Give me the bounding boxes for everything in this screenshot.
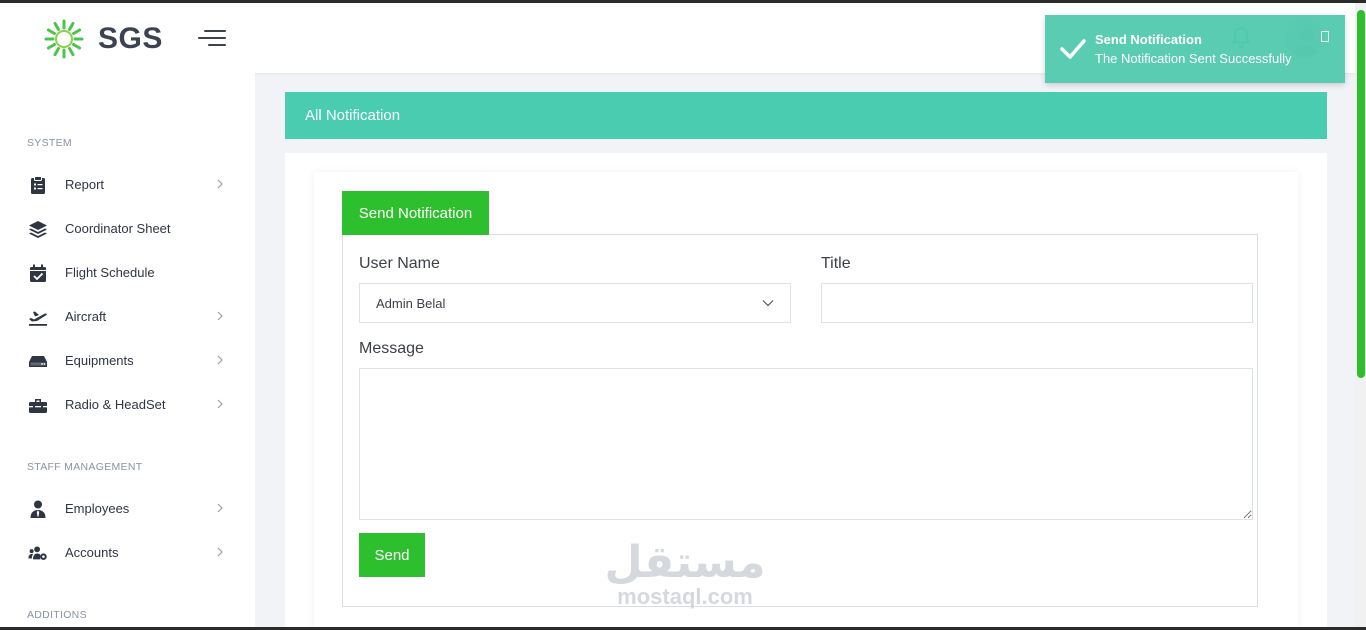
logo-text: SGS (98, 22, 163, 55)
sidebar-item-label: Flight Schedule (65, 265, 155, 280)
page-title: All Notification (305, 107, 401, 124)
sidebar-item-label: Report (65, 177, 105, 192)
sidebar-section-additions: ADDITIONS (27, 609, 87, 621)
page-header: All Notification (285, 92, 1327, 139)
sidebar-item-label: Accounts (65, 545, 119, 560)
user-name-select[interactable]: Admin Belal (359, 283, 791, 323)
sgs-logo[interactable]: SGS (36, 19, 163, 59)
menu-line-icon (198, 37, 226, 39)
mostaql-watermark: مستقل mostaql.com (600, 540, 770, 608)
notification-panel: Send Notification User Name Admin Belal … (314, 172, 1298, 630)
title-input[interactable] (821, 283, 1253, 323)
sidebar-item-aircraft[interactable]: Aircraft (0, 295, 255, 339)
sidebar-item-label: Aircraft (65, 309, 107, 324)
plane-icon (29, 311, 47, 326)
sidebar-item-label: Coordinator Sheet (65, 221, 171, 236)
chevron-right-icon (217, 399, 223, 409)
chevron-down-icon (762, 300, 774, 307)
watermark-latin: mostaql.com (617, 584, 753, 609)
sidebar-item-accounts[interactable]: Accounts (0, 531, 255, 575)
sidebar: SYSTEM Report Coordinator Sheet Flight S… (0, 73, 255, 630)
toast-title: Send Notification (1095, 32, 1202, 47)
sidebar-item-label: Equipments (65, 353, 134, 368)
user-name-selected-value: Admin Belal (376, 296, 446, 311)
content-card: Send Notification User Name Admin Belal … (285, 153, 1327, 630)
sunburst-logo-icon (44, 19, 84, 59)
users-cog-icon (28, 546, 47, 560)
sidebar-item-report[interactable]: Report (0, 163, 255, 207)
scrollbar-thumb[interactable] (1357, 10, 1365, 378)
main-content: All Notification Send Notification User … (255, 73, 1355, 630)
title-label: Title (821, 255, 851, 272)
toast-message: The Notification Sent Successfully (1095, 51, 1292, 66)
chevron-right-icon (217, 503, 223, 513)
user-name-label: User Name (359, 255, 440, 272)
chevron-right-icon (217, 179, 223, 189)
chevron-right-icon (217, 355, 223, 365)
sidebar-item-flight-schedule[interactable]: Flight Schedule (0, 251, 255, 295)
calendar-check-icon (30, 264, 46, 282)
sidebar-item-label: Radio & HeadSet (65, 397, 166, 412)
check-icon (1060, 39, 1086, 59)
success-toast: Send Notification The Notification Sent … (1045, 15, 1345, 83)
layers-icon (29, 221, 47, 238)
clipboard-icon (31, 176, 45, 194)
hdd-icon (29, 356, 47, 367)
sidebar-item-radio-headset[interactable]: Radio & HeadSet (0, 383, 255, 427)
message-label: Message (359, 340, 424, 357)
send-notification-form: User Name Admin Belal Title Message Send (342, 234, 1258, 607)
chevron-right-icon (217, 311, 223, 321)
toast-close-icon[interactable] (1321, 31, 1329, 42)
menu-line-icon (204, 30, 226, 32)
sidebar-item-label: Employees (65, 501, 130, 516)
sidebar-section-staff-management: STAFF MANAGEMENT (27, 461, 143, 473)
sidebar-item-employees[interactable]: Employees (0, 487, 255, 531)
toolbox-icon (29, 399, 47, 413)
menu-line-icon (208, 44, 226, 46)
send-button[interactable]: Send (359, 533, 425, 577)
watermark-arabic: مستقل (604, 537, 766, 588)
menu-toggle-button[interactable] (198, 30, 226, 48)
sidebar-item-equipments[interactable]: Equipments (0, 339, 255, 383)
user-tie-icon (30, 500, 46, 518)
sidebar-section-system: SYSTEM (27, 137, 72, 149)
tab-send-notification[interactable]: Send Notification (342, 191, 489, 235)
chevron-right-icon (217, 547, 223, 557)
message-textarea[interactable] (359, 368, 1253, 520)
sidebar-item-coordinator-sheet[interactable]: Coordinator Sheet (0, 207, 255, 251)
